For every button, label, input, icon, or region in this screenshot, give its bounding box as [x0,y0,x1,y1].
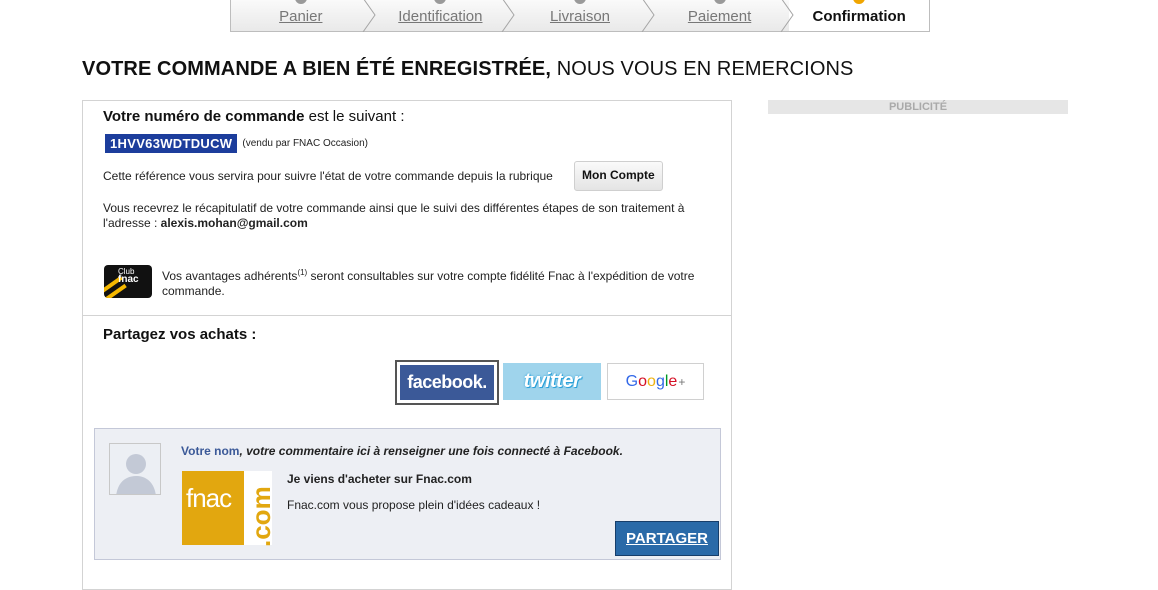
step-livraison[interactable]: Livraison [510,0,655,32]
facebook-logo: facebook. [400,365,494,400]
partager-button[interactable]: PARTAGER [615,521,719,556]
user-silhouette-icon [110,444,160,494]
share-section-title: Partagez vos achats : [103,326,257,343]
my-account-button[interactable]: Mon Compte [574,161,663,191]
facebook-share-preview: Votre nom, votre commentaire ici à rense… [94,428,721,560]
chevron-right-icon [501,0,515,32]
step-dot-icon [573,0,586,4]
checkout-steps: Panier Identification Livraison Paiement… [230,0,930,32]
order-number-title: Votre numéro de commande est le suivant … [103,108,405,125]
chevron-right-icon [780,0,794,32]
fnac-com-logo: fnac .com [182,471,276,547]
club-fnac-logo: Club fnac [104,265,152,298]
step-panier[interactable]: Panier [231,0,376,32]
twitter-share-button[interactable]: twitter [503,363,601,400]
step-label: Paiement [687,8,752,25]
reference-text: Cette référence vous servira pour suivre… [103,169,553,183]
section-divider [83,315,731,316]
fnac-logo-word: fnac [186,483,232,513]
share-post-description: Fnac.com vous propose plein d'idées cade… [287,498,541,512]
step-dot-icon [713,0,726,4]
club-text-before: Vos avantages adhérents [162,269,298,283]
fnac-logo-suffix: .com [246,486,276,547]
facebook-share-button[interactable]: facebook. [395,360,499,405]
chevron-right-icon [641,0,655,32]
ad-banner: PUBLICITÉ [768,100,1068,114]
customer-email: alexis.mohan@gmail.com [160,216,308,230]
club-advantages-text: Vos avantages adhérents(1) seront consul… [162,265,722,299]
avatar [109,443,161,495]
order-number-title-bold: Votre numéro de commande [103,108,305,125]
step-label: Identification [398,8,483,25]
page-title: VOTRE COMMANDE A BIEN ÉTÉ ENREGISTRÉE, N… [82,58,853,81]
club-logo-line2: fnac [118,274,139,285]
chevron-right-icon [362,0,376,32]
page-title-rest: NOUS VOUS EN REMERCIONS [551,58,854,80]
page-title-bold: VOTRE COMMANDE A BIEN ÉTÉ ENREGISTRÉE, [82,58,552,80]
comment-placeholder: , votre commentaire ici à renseigner une… [239,444,623,458]
facebook-comment-line: Votre nom, votre commentaire ici à rense… [181,444,623,458]
google-plus-logo: Google+ [625,372,686,390]
order-confirmation-panel: Votre numéro de commande est le suivant … [82,100,732,590]
google-plus-share-button[interactable]: Google+ [607,363,704,400]
step-label: Confirmation [812,8,906,25]
step-dot-icon [294,0,307,4]
user-name: Votre nom [181,444,240,458]
step-identification[interactable]: Identification [371,0,515,32]
step-dot-icon [434,0,447,4]
share-post-title: Je viens d'acheter sur Fnac.com [287,472,472,486]
recap-text: Vous recevrez le récapitulatif de votre … [103,201,713,231]
twitter-logo: twitter [523,370,581,392]
step-confirmation: Confirmation [789,0,929,31]
step-label: Livraison [549,8,610,25]
step-paiement[interactable]: Paiement [650,0,794,32]
order-number: 1HVV63WDTDUCW [105,134,238,153]
step-dot-icon [853,0,866,4]
order-number-title-rest: est le suivant : [304,108,405,125]
step-label: Panier [279,8,323,25]
footnote-marker: (1) [297,268,308,277]
order-number-row: 1HVV63WDTDUCW (vendu par FNAC Occasion) [105,134,368,153]
seller-note: (vendu par FNAC Occasion) [242,138,368,149]
